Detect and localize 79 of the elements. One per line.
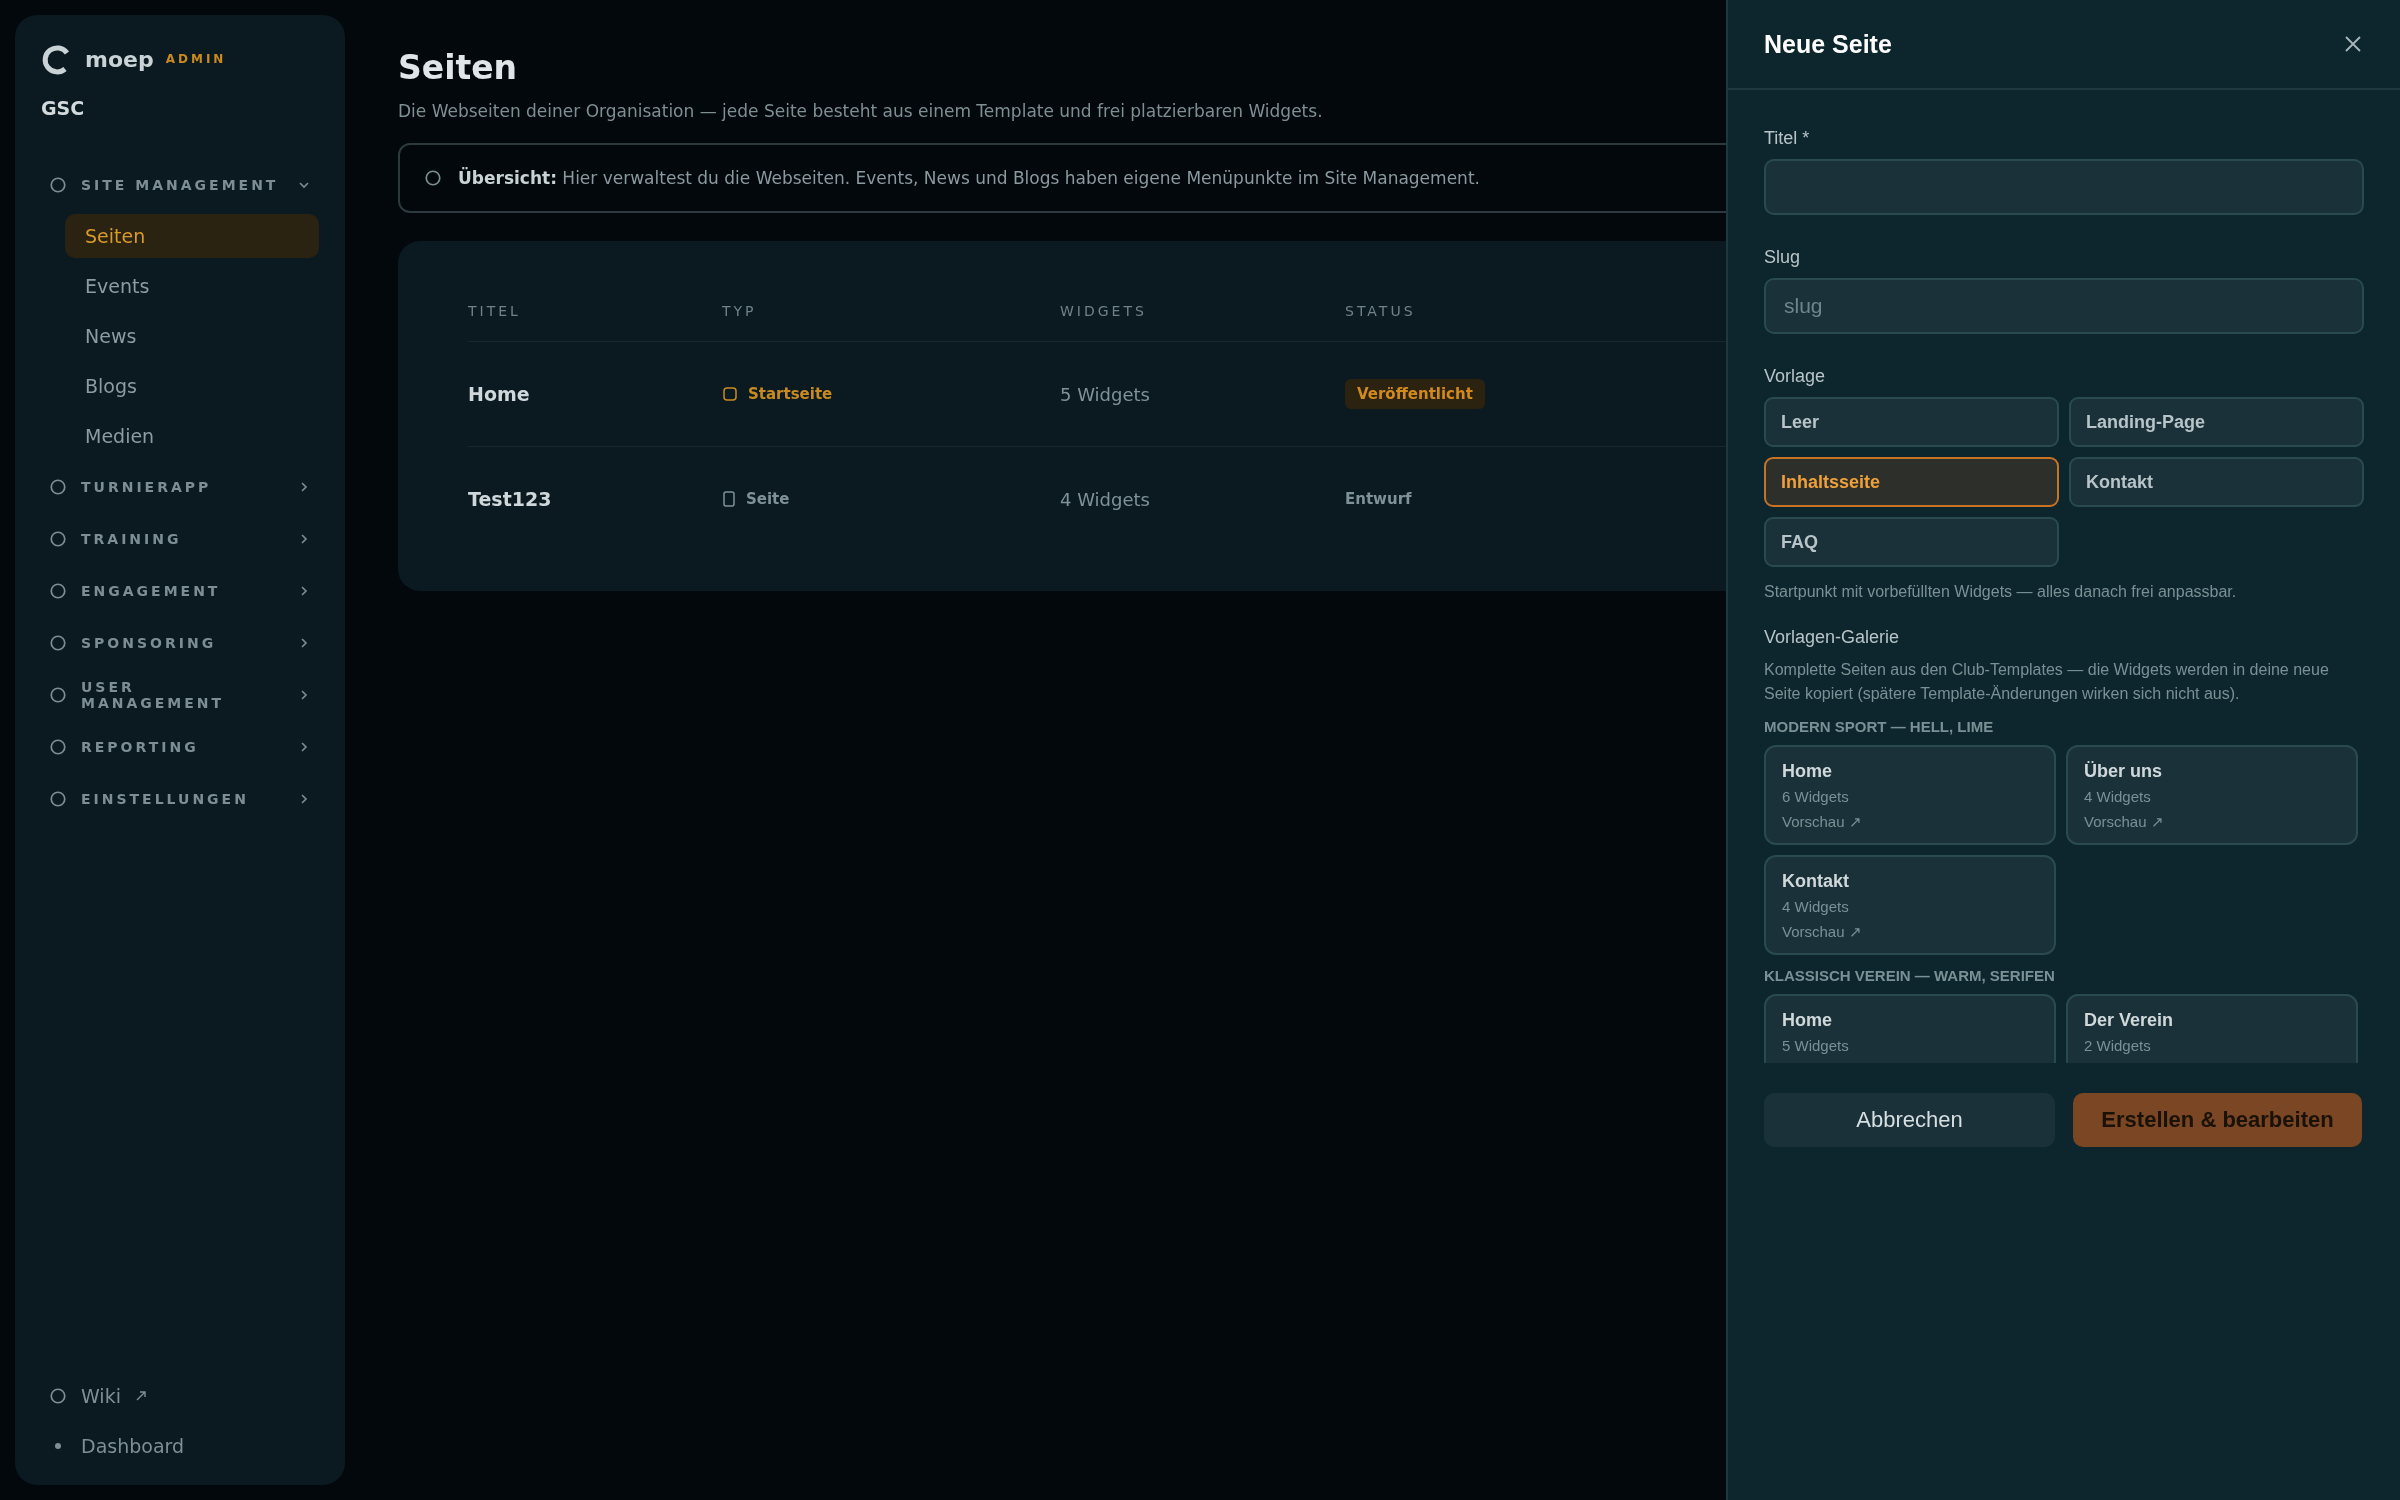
page-type: Startseite — [748, 385, 833, 403]
card-title: Der Verein — [2084, 1010, 2174, 1031]
section-icon — [49, 582, 67, 600]
notice-text: Übersicht: Hier verwaltest du die Webseiten. Events, News und Blogs haben eigene Menüpunkte im Site Management. — [458, 168, 1480, 188]
widget-count: 4 Widgets — [1782, 898, 1849, 915]
brand-name: moep — [85, 46, 154, 72]
column-header: TITEL — [468, 303, 522, 319]
nav-item[interactable]: Seiten — [65, 214, 319, 258]
template-card[interactable]: Home 5 Widgets — [1764, 994, 2056, 1063]
section-icon — [49, 790, 67, 808]
template-option[interactable]: FAQ — [1764, 517, 2059, 567]
gallery-title: Vorlagen-Galerie — [1764, 627, 1901, 648]
widget-count: 5 Widgets — [1060, 383, 1151, 405]
nav-item[interactable]: Medien — [65, 414, 319, 458]
section-icon — [49, 634, 67, 652]
nav-section[interactable]: SITE MANAGEMENT — [41, 159, 319, 211]
footer-link[interactable]: Dashboard — [49, 1435, 311, 1457]
nav-section[interactable]: TURNIERAPP — [41, 461, 319, 513]
nav-item[interactable]: News — [65, 314, 319, 358]
nav-item[interactable]: Blogs — [65, 364, 319, 408]
section-icon — [49, 478, 67, 496]
nav-item[interactable]: Events — [65, 264, 319, 308]
nav-section[interactable]: SPONSORING — [41, 617, 319, 669]
card-title: Home — [1782, 761, 1832, 782]
template-card[interactable]: Der Verein 2 Widgets — [2066, 994, 2358, 1063]
group-heading: KLASSISCH VEREIN — WARM, SERIFEN — [1764, 967, 2056, 984]
page-type: Seite — [746, 490, 790, 508]
page-title: Seiten — [398, 48, 519, 87]
cancel-button[interactable]: Abbrechen — [1764, 1093, 2055, 1147]
text-field[interactable] — [1764, 159, 2364, 215]
page-name: Test123 — [468, 488, 553, 510]
preview-link[interactable]: Vorschau ↗ — [1782, 813, 1862, 831]
nav-section[interactable]: ENGAGEMENT — [41, 565, 319, 617]
organization-name: GSC — [41, 97, 86, 119]
preview-link[interactable]: Vorschau ↗ — [2084, 813, 2164, 831]
page-name: Home — [468, 383, 531, 405]
template-hint: Startpunkt mit vorbefüllten Widgets — alles danach frei anpassbar. — [1764, 583, 2238, 601]
template-card[interactable]: Home 6 Widgets Vorschau ↗ — [1764, 745, 2056, 845]
template-card[interactable]: Über uns 4 Widgets Vorschau ↗ — [2066, 745, 2358, 845]
group-heading: MODERN SPORT — HELL, LIME — [1764, 718, 1995, 735]
admin-label: ADMIN — [165, 52, 227, 66]
template-option[interactable]: Leer — [1764, 397, 2059, 447]
info-icon — [424, 169, 442, 187]
footer-link[interactable]: Wiki — [49, 1385, 311, 1407]
template-option[interactable]: Landing-Page — [2069, 397, 2364, 447]
gallery-description: Komplette Seiten aus den Club-Templates — die Widgets werden in deine neue Seite kopiert (spätere Template-Änderungen wirken sich nicht aus). — [1764, 660, 2330, 704]
widget-count: 2 Widgets — [2084, 1037, 2151, 1054]
section-icon — [49, 176, 67, 194]
nav-section[interactable]: REPORTING — [41, 721, 319, 773]
field-label: Vorlage — [1764, 366, 1827, 387]
template-option[interactable]: Kontakt — [2069, 457, 2364, 507]
widget-count: 4 Widgets — [2084, 788, 2151, 805]
column-header: TYP — [722, 303, 758, 319]
widget-count: 6 Widgets — [1782, 788, 1849, 805]
card-title: Kontakt — [1782, 871, 1849, 892]
text-field[interactable]: slug — [1764, 278, 2364, 334]
column-header: STATUS — [1345, 303, 1417, 319]
status-label: Entwurf — [1345, 490, 1412, 508]
field-label: Titel * — [1764, 128, 1811, 149]
section-icon — [49, 738, 67, 756]
drawer-title: Neue Seite — [1764, 29, 1892, 59]
external-link-icon — [134, 1390, 147, 1402]
page-subtitle: Die Webseiten deiner Organisation — jede Seite besteht aus einem Template und frei platzierbaren Widgets. — [398, 101, 1324, 121]
section-icon — [49, 686, 67, 704]
field-label: Slug — [1764, 247, 1802, 268]
widget-count: 4 Widgets — [1060, 488, 1151, 510]
status-label: Veröffentlicht — [1345, 379, 1485, 409]
document-icon — [722, 491, 736, 507]
nav-section[interactable]: EINSTELLUNGEN — [41, 773, 319, 825]
section-icon — [49, 530, 67, 548]
nav-section[interactable]: TRAINING — [41, 513, 319, 565]
card-title: Über uns — [2084, 761, 2162, 782]
nav-section[interactable]: USER MANAGEMENT — [41, 669, 319, 721]
widget-count: 5 Widgets — [1782, 1037, 1849, 1054]
template-card[interactable]: Kontakt 4 Widgets Vorschau ↗ — [1764, 855, 2056, 955]
card-title: Home — [1782, 1010, 1832, 1031]
preview-link[interactable]: Vorschau ↗ — [1782, 923, 1862, 941]
template-option[interactable]: Inhaltsseite — [1764, 457, 2059, 507]
column-header: WIDGETS — [1060, 303, 1148, 319]
